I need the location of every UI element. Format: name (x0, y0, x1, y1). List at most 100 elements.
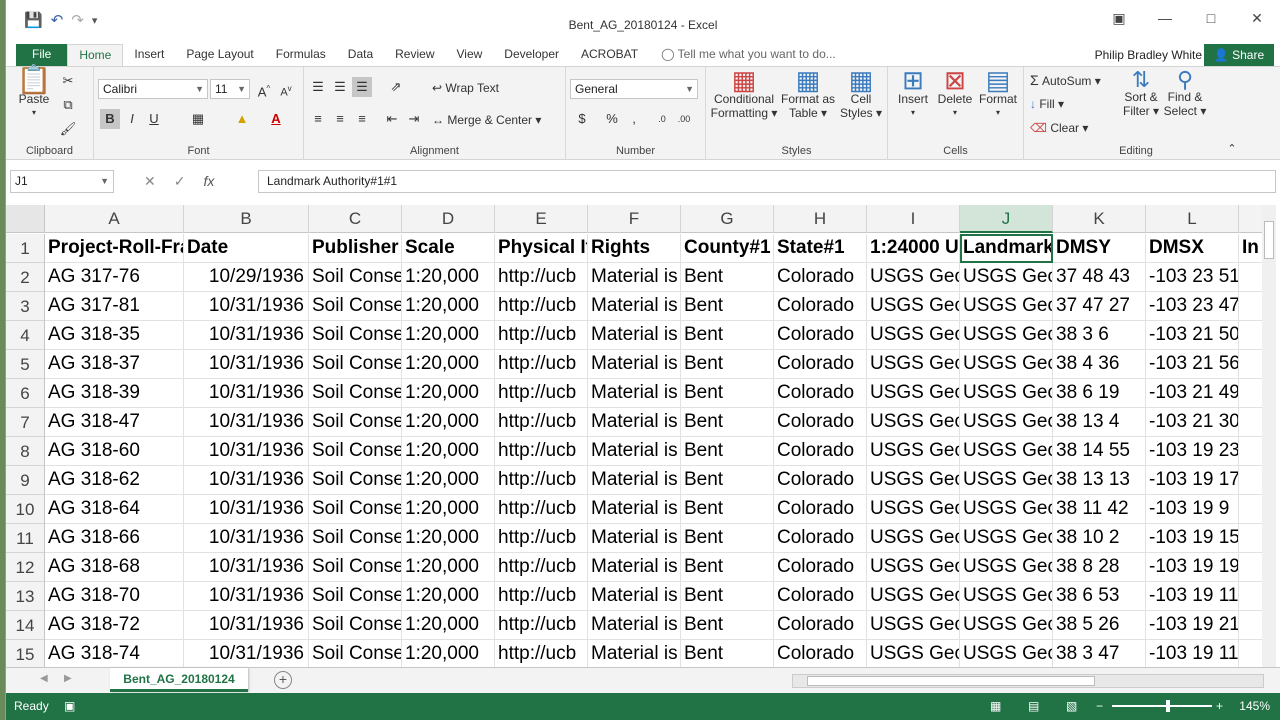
grid-cell[interactable]: USGS Geog (867, 611, 960, 640)
grid-cell[interactable]: 1:20,000 (402, 263, 495, 292)
share-button[interactable]: 👤 Share (1204, 44, 1274, 66)
grid-cell[interactable]: 10/31/1936 (184, 379, 309, 408)
row-header[interactable]: 2 (6, 263, 45, 292)
grid-cell[interactable]: http://ucb (495, 379, 588, 408)
grid-cell[interactable]: AG 318-72 (45, 611, 184, 640)
grid-cell[interactable]: 38 13 4 (1053, 408, 1146, 437)
grid-cell[interactable]: USGS Geog (960, 292, 1053, 321)
grid-cell[interactable] (1239, 582, 1262, 611)
align-center-icon[interactable]: ≡ (330, 109, 350, 129)
grid-cell[interactable]: AG 318-35 (45, 321, 184, 350)
cancel-icon[interactable]: ✕ (144, 173, 156, 190)
grid-cell[interactable]: USGS Geog (960, 379, 1053, 408)
fill-button[interactable]: ↓ Fill ▾ (1030, 97, 1064, 111)
align-left-icon[interactable]: ≡ (308, 109, 328, 129)
orientation-icon[interactable]: ⇗ (386, 77, 406, 97)
horizontal-scrollbar[interactable] (792, 674, 1264, 688)
grid-cell[interactable]: AG 317-81 (45, 292, 184, 321)
grid-cell[interactable]: 1:20,000 (402, 495, 495, 524)
grid-cell[interactable]: Material is (588, 263, 681, 292)
row-header[interactable]: 7 (6, 408, 45, 437)
grid-cell[interactable] (1239, 640, 1262, 667)
column-header[interactable]: H (774, 205, 867, 233)
grid-cell[interactable]: 1:20,000 (402, 321, 495, 350)
grid-cell[interactable]: Bent (681, 437, 774, 466)
grid-cell[interactable]: AG 317-76 (45, 263, 184, 292)
insert-function-icon[interactable]: fx (203, 173, 214, 190)
grid-cell[interactable]: Colorado (774, 408, 867, 437)
grid-cell[interactable]: http://ucb (495, 611, 588, 640)
grid-cell[interactable]: AG 318-47 (45, 408, 184, 437)
grid-cell[interactable] (1239, 524, 1262, 553)
grid-cell[interactable]: Bent (681, 263, 774, 292)
decrease-indent-icon[interactable]: ⇤ (382, 109, 402, 129)
grid-cell[interactable] (1239, 350, 1262, 379)
grid-cell[interactable]: 10/29/1936 (184, 263, 309, 292)
grid-cell[interactable]: USGS Geog (960, 495, 1053, 524)
worksheet-grid[interactable]: ABCDEFGHIJKL 1Project-Roll-FrameDatePubl… (6, 205, 1262, 667)
grid-cell[interactable]: DMSY (1053, 234, 1146, 263)
page-layout-view-icon[interactable]: ▤ (1028, 693, 1039, 720)
grid-cell[interactable]: Soil Conse (309, 611, 402, 640)
grid-cell[interactable]: Material is (588, 524, 681, 553)
grid-cell[interactable]: USGS Geog (867, 321, 960, 350)
grid-cell[interactable]: USGS Geog (867, 263, 960, 292)
grid-cell[interactable]: -103 21 50 (1146, 321, 1239, 350)
grid-cell[interactable]: USGS Geog (867, 408, 960, 437)
grid-cell[interactable]: USGS Geog (960, 640, 1053, 667)
grid-cell[interactable]: USGS Geog (960, 524, 1053, 553)
grid-cell[interactable]: USGS Geog (867, 350, 960, 379)
percent-icon[interactable]: % (602, 109, 622, 129)
grid-cell[interactable]: USGS Geog (960, 553, 1053, 582)
grid-cell[interactable]: 1:20,000 (402, 611, 495, 640)
grid-cell[interactable]: 38 10 2 (1053, 524, 1146, 553)
grid-cell[interactable]: 38 3 6 (1053, 321, 1146, 350)
delete-cells-button[interactable]: ⊠ Delete ▾ (934, 67, 976, 120)
merge-center-button[interactable]: ↔ Merge & Center ▾ (432, 113, 541, 127)
grid-cell[interactable]: County#1 (681, 234, 774, 263)
zoom-slider-knob[interactable] (1166, 700, 1170, 712)
grid-cell[interactable] (1239, 263, 1262, 292)
decrease-decimal-icon[interactable]: .00 (674, 109, 694, 129)
grid-cell[interactable]: AG 318-60 (45, 437, 184, 466)
grid-cell[interactable] (1239, 292, 1262, 321)
grid-cell[interactable]: USGS Geog (960, 408, 1053, 437)
tab-file[interactable]: File (16, 44, 68, 66)
grid-cell[interactable] (1239, 321, 1262, 350)
scroll-sheets-right-icon[interactable]: ▶ (64, 673, 72, 684)
close-icon[interactable]: ✕ (1234, 10, 1280, 27)
grid-cell[interactable]: 10/31/1936 (184, 524, 309, 553)
grid-cell[interactable]: Scale (402, 234, 495, 263)
grid-cell[interactable]: Publisher (309, 234, 402, 263)
grid-cell[interactable]: Material is (588, 408, 681, 437)
grow-font-icon[interactable]: A^ (254, 79, 274, 99)
grid-cell[interactable]: Bent (681, 640, 774, 667)
grid-cell[interactable]: USGS Geog (960, 466, 1053, 495)
grid-cell[interactable]: AG 318-66 (45, 524, 184, 553)
row-header[interactable]: 4 (6, 321, 45, 350)
column-header[interactable]: A (45, 205, 184, 233)
grid-cell[interactable]: 10/31/1936 (184, 466, 309, 495)
number-format-select[interactable]: General ▼ (570, 79, 698, 99)
grid-cell[interactable]: Soil Conse (309, 466, 402, 495)
vertical-scroll-thumb[interactable] (1264, 221, 1274, 259)
grid-cell[interactable]: 37 48 43 (1053, 263, 1146, 292)
column-header[interactable]: B (184, 205, 309, 233)
font-name-select[interactable]: Calibri ▼ (98, 79, 208, 99)
grid-cell[interactable]: 1:20,000 (402, 524, 495, 553)
grid-cell[interactable]: Rights (588, 234, 681, 263)
ribbon-display-icon[interactable]: ▣ (1096, 10, 1142, 27)
grid-cell[interactable] (1239, 437, 1262, 466)
user-name[interactable]: Philip Bradley White (1095, 46, 1202, 64)
paste-button[interactable]: 📋 Paste ▾ (14, 66, 54, 120)
grid-cell[interactable]: Material is (588, 379, 681, 408)
shrink-font-icon[interactable]: Av (276, 79, 296, 99)
grid-cell[interactable]: 38 4 36 (1053, 350, 1146, 379)
grid-cell[interactable]: Soil Conse (309, 437, 402, 466)
grid-cell[interactable]: 10/31/1936 (184, 582, 309, 611)
grid-cell[interactable]: -103 23 47 (1146, 292, 1239, 321)
grid-cell[interactable]: Colorado (774, 640, 867, 667)
new-sheet-icon[interactable]: + (274, 671, 292, 689)
grid-cell[interactable]: http://ucb (495, 292, 588, 321)
grid-cell[interactable]: -103 19 21 (1146, 611, 1239, 640)
